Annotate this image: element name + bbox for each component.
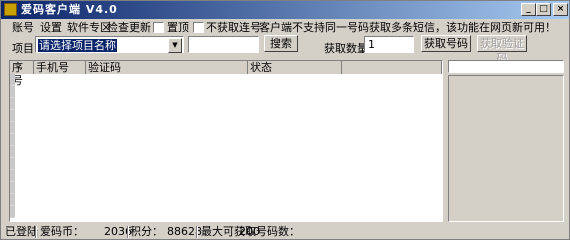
- table-cell: [13, 109, 15, 122]
- table-cell: [13, 97, 15, 110]
- pin-checkbox[interactable]: [153, 22, 164, 33]
- maximize-button[interactable]: □: [536, 3, 551, 16]
- column-header-status[interactable]: 状态: [248, 61, 342, 74]
- table-row[interactable]: [10, 205, 15, 218]
- table-cell: [13, 181, 15, 194]
- column-header-empty: [342, 61, 442, 74]
- project-combobox[interactable]: 请选择项目名称 ▼: [35, 36, 184, 53]
- table-cell: [13, 157, 15, 170]
- minimize-button[interactable]: _: [521, 3, 536, 16]
- table-row[interactable]: [10, 157, 15, 170]
- table-row[interactable]: [10, 169, 15, 182]
- project-label: 项目:: [12, 42, 38, 55]
- table-cell: [13, 85, 15, 98]
- no-consecutive-label: 不获取连号: [206, 21, 261, 34]
- table-header: 序号 手机号 验证码 状态: [10, 61, 442, 87]
- quantity-input[interactable]: 1: [364, 36, 414, 53]
- menu-account[interactable]: 账号: [12, 19, 34, 37]
- column-header-phone[interactable]: 手机号: [34, 61, 86, 74]
- chevron-down-icon[interactable]: ▼: [168, 38, 182, 53]
- status-separator: [35, 226, 37, 238]
- menu-check-update[interactable]: 检查更新: [107, 19, 151, 37]
- coin-label: 爱码币：: [40, 225, 84, 238]
- app-icon: [4, 3, 17, 16]
- table-row[interactable]: [10, 97, 15, 110]
- column-header-index[interactable]: 序号: [10, 61, 34, 87]
- menu-settings[interactable]: 设置: [40, 19, 62, 37]
- points-label: 积分：: [130, 225, 163, 238]
- table-row[interactable]: [10, 85, 15, 98]
- table-cell: [13, 74, 15, 86]
- login-status: 已登陆: [5, 225, 38, 238]
- table-cell: [13, 121, 15, 134]
- status-separator: [196, 226, 198, 238]
- menu-software[interactable]: 软件专区: [67, 19, 111, 37]
- app-window: 爱码客户端 V4.0 _ □ × 账号 设置 软件专区 检查更新 置顶 不获取连…: [0, 0, 570, 240]
- status-separator: [127, 226, 129, 238]
- table-row[interactable]: [10, 145, 15, 158]
- get-number-button[interactable]: 获取号码: [421, 35, 471, 52]
- table-row[interactable]: [10, 133, 15, 146]
- right-panel: [448, 75, 564, 222]
- window-title: 爱码客户端 V4.0: [21, 3, 118, 16]
- table-cell: [13, 133, 15, 146]
- table-row[interactable]: [10, 181, 15, 194]
- table-row[interactable]: [10, 74, 15, 86]
- no-consecutive-checkbox[interactable]: [193, 22, 204, 33]
- pin-label: 置顶: [167, 21, 189, 34]
- close-button[interactable]: ×: [553, 3, 568, 16]
- column-header-code[interactable]: 验证码: [86, 61, 248, 74]
- right-panel-header: [448, 60, 564, 73]
- table-row[interactable]: [10, 193, 15, 206]
- table-cell: [13, 193, 15, 206]
- table-row[interactable]: [10, 121, 15, 134]
- get-code-button[interactable]: 获取验证码: [477, 35, 527, 65]
- project-selected-value: 请选择项目名称: [38, 39, 117, 52]
- status-bar: 已登陆 爱码币： 2036 积分： 88628 最大可获取号码数： 200: [1, 225, 569, 239]
- table-cell: [13, 169, 15, 182]
- table-grid: [10, 74, 15, 218]
- results-table[interactable]: 序号 手机号 验证码 状态: [9, 60, 443, 222]
- search-input[interactable]: [188, 36, 259, 53]
- table-cell: [13, 145, 15, 158]
- table-row[interactable]: [10, 109, 15, 122]
- table-cell: [13, 205, 15, 218]
- search-button[interactable]: 搜索: [264, 35, 298, 52]
- title-bar[interactable]: 爱码客户端 V4.0 _ □ ×: [1, 1, 569, 19]
- max-value: 200: [239, 225, 260, 238]
